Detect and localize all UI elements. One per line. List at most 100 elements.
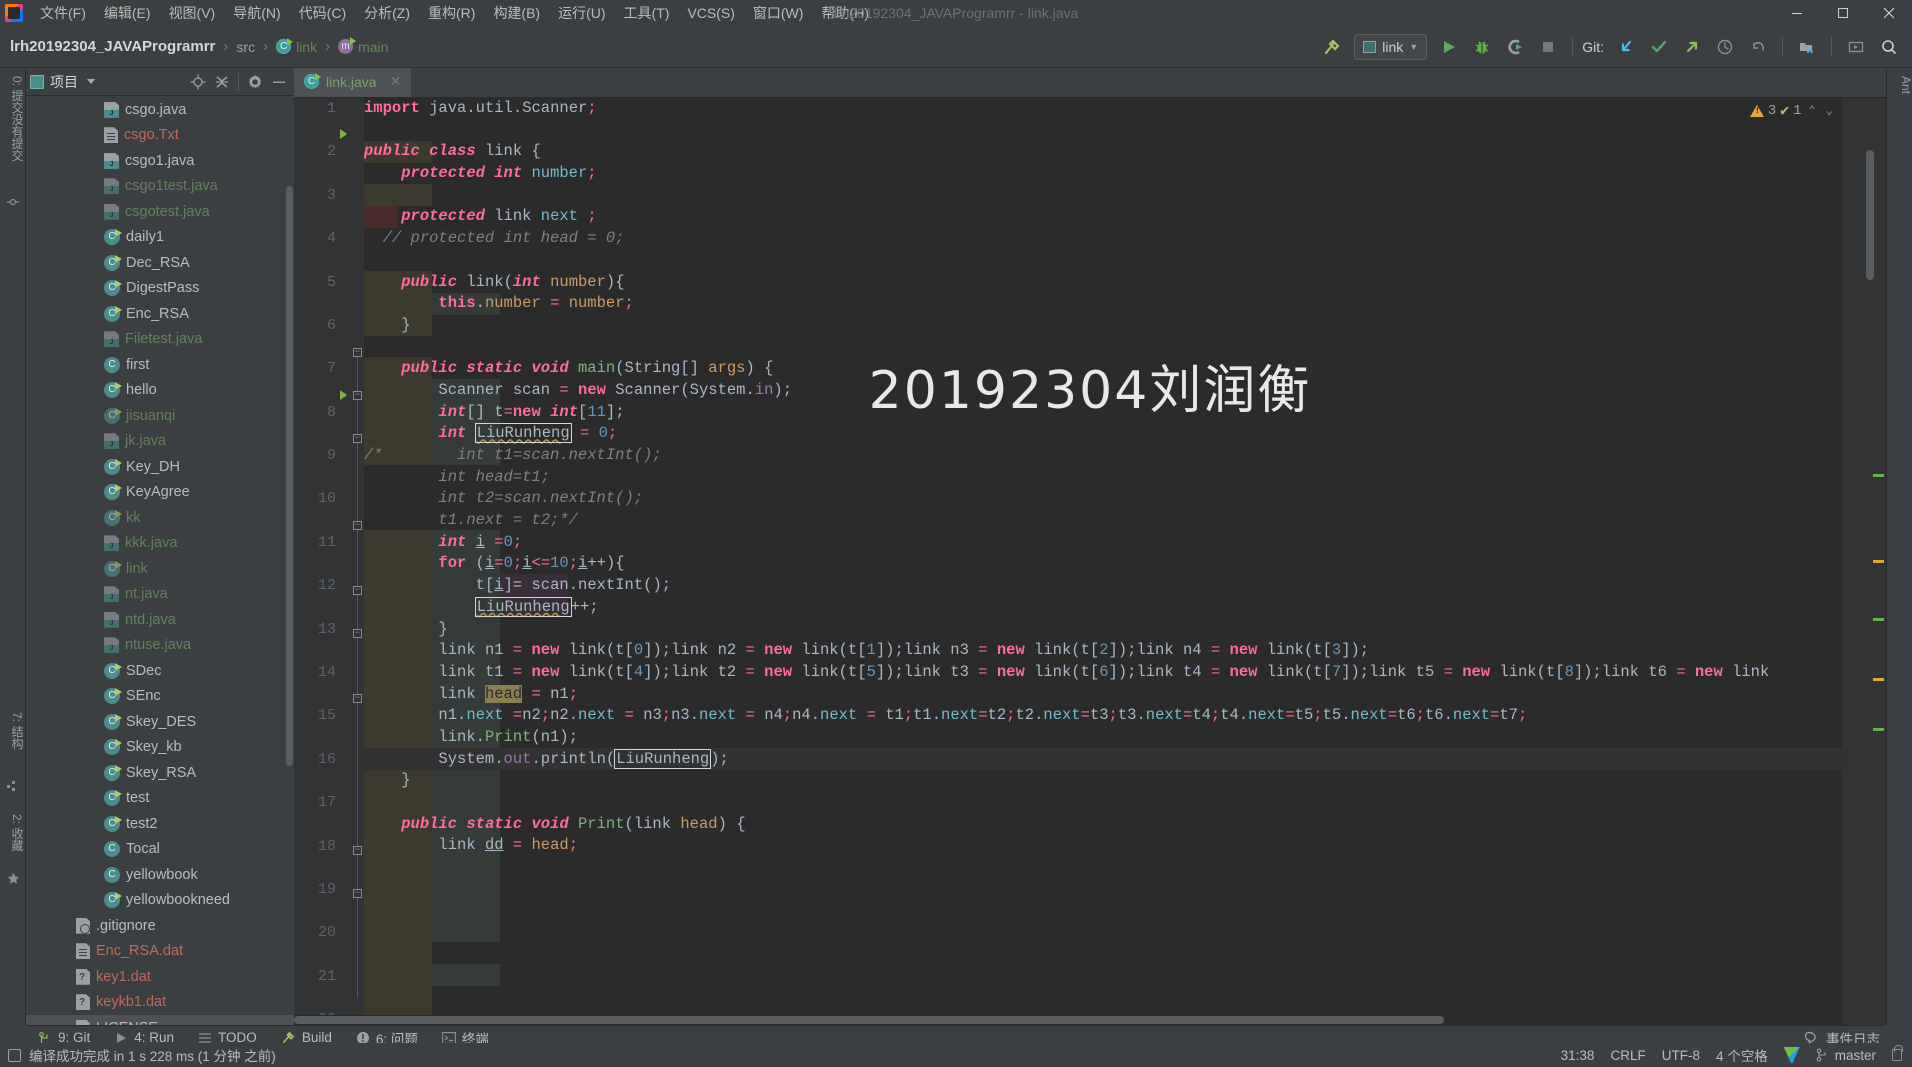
tab-link-java[interactable]: link.java ✕ <box>294 68 412 97</box>
code-line[interactable]: int LiuRunheng = 0; <box>364 423 1842 445</box>
code-line[interactable]: /* int t1=scan.nextInt(); <box>364 445 1842 467</box>
maximize-button[interactable] <box>1820 0 1866 26</box>
code-line[interactable] <box>364 250 1842 272</box>
collapse-all-icon[interactable] <box>211 71 233 93</box>
inspection-widget[interactable]: 3 ✔ 1 ⌃ ⌄ <box>1749 101 1836 120</box>
caret-position[interactable]: 31:38 <box>1561 1048 1595 1063</box>
code-editor[interactable]: 1234567891011121314151617181920212223242… <box>294 98 1886 1025</box>
breadcrumb-package[interactable]: link <box>276 38 317 55</box>
tree-item[interactable]: kk <box>26 505 294 531</box>
tree-item[interactable]: csgo1.java <box>26 148 294 174</box>
tree-item[interactable]: csgo.Txt <box>26 123 294 149</box>
commit-icon[interactable] <box>1644 33 1674 61</box>
prev-problem-icon[interactable]: ⌃ <box>1806 103 1819 118</box>
tree-item[interactable]: Filetest.java <box>26 327 294 353</box>
code-line[interactable]: public static void main(String[] args) { <box>364 358 1842 380</box>
code-line[interactable]: Scanner scan = new Scanner(System.in); <box>364 380 1842 402</box>
editor-horizontal-scrollbar[interactable] <box>294 1015 1842 1025</box>
tree-item[interactable]: Enc_RSA.dat <box>26 939 294 965</box>
breadcrumb-member[interactable]: main <box>338 37 388 55</box>
file-encoding[interactable]: UTF-8 <box>1662 1048 1700 1063</box>
tree-item[interactable]: .gitignore <box>26 913 294 939</box>
project-tree-scrollbar[interactable] <box>286 186 293 766</box>
next-problem-icon[interactable]: ⌄ <box>1823 103 1836 118</box>
fold-collapse-line17[interactable]: − <box>353 521 362 530</box>
tree-item[interactable]: hello <box>26 378 294 404</box>
code-line[interactable]: // protected int head = 0; <box>364 228 1842 250</box>
menu-item-11[interactable]: 窗口(W) <box>744 0 813 26</box>
menu-item-2[interactable]: 视图(V) <box>160 0 225 26</box>
tree-item[interactable]: jisuanqi <box>26 403 294 429</box>
analysis-marker[interactable] <box>1873 728 1884 731</box>
fold-collapse-line25[interactable]: − <box>353 694 362 703</box>
code-line[interactable]: public link(int number){ <box>364 272 1842 294</box>
menu-item-8[interactable]: 运行(U) <box>549 0 614 26</box>
tree-item[interactable]: nt.java <box>26 582 294 608</box>
tree-item[interactable]: Skey_kb <box>26 735 294 761</box>
minimize-icon[interactable] <box>268 71 290 93</box>
code-line[interactable]: } <box>364 315 1842 337</box>
run-gutter-icon-line13[interactable] <box>340 390 347 400</box>
breadcrumb-src[interactable]: src <box>236 39 255 55</box>
sidebar-tab-structure[interactable]: 7: 结构 <box>0 708 26 753</box>
idea-logo-icon[interactable] <box>1783 1047 1800 1063</box>
project-structure-icon[interactable] <box>1792 33 1822 61</box>
code-line[interactable]: protected link next ; <box>364 206 1842 228</box>
menu-item-9[interactable]: 工具(T) <box>615 0 679 26</box>
code-line[interactable]: public static void Print(link head) { <box>364 814 1842 836</box>
git-branch-widget[interactable]: master <box>1816 1048 1876 1063</box>
code-line[interactable]: int i =0; <box>364 532 1842 554</box>
code-line[interactable] <box>364 792 1842 814</box>
tree-item[interactable]: ntuse.java <box>26 633 294 659</box>
tree-item[interactable]: kkk.java <box>26 531 294 557</box>
tree-item[interactable]: yellowbookneed <box>26 888 294 914</box>
tree-item[interactable]: SEnc <box>26 684 294 710</box>
sidebar-tab-favorites[interactable]: 2: 收藏 <box>0 810 26 855</box>
fold-collapse-line34[interactable]: − <box>353 889 362 898</box>
status-message[interactable]: 编译成功完成 in 1 s 228 ms (1 分钟 之前) <box>29 1045 276 1065</box>
editor-vertical-scrollbar[interactable] <box>1866 150 1874 280</box>
gear-icon[interactable] <box>244 71 266 93</box>
code-line[interactable]: protected int number; <box>364 163 1842 185</box>
search-icon[interactable] <box>1874 33 1904 61</box>
code-line[interactable]: link n1 = new link(t[0]);link n2 = new l… <box>364 640 1842 662</box>
code-line[interactable]: int t2=scan.nextInt(); <box>364 488 1842 510</box>
tree-item[interactable]: first <box>26 352 294 378</box>
sidebar-tab-ant[interactable]: Ant <box>1887 72 1912 98</box>
tree-item[interactable]: ntd.java <box>26 607 294 633</box>
tree-item[interactable]: Key_DH <box>26 454 294 480</box>
menu-item-3[interactable]: 导航(N) <box>224 0 289 26</box>
code-line[interactable]: n1.next =n2;n2.next = n3;n3.next = n4;n4… <box>364 705 1842 727</box>
analysis-marker[interactable] <box>1873 560 1884 563</box>
code-line[interactable]: link.Print(n1); <box>364 727 1842 749</box>
code-line[interactable]: int[] t=new int[11]; <box>364 402 1842 424</box>
history-icon[interactable] <box>1710 33 1740 61</box>
tree-item[interactable]: Skey_RSA <box>26 760 294 786</box>
close-button[interactable] <box>1866 0 1912 26</box>
code-line[interactable] <box>364 120 1842 142</box>
tree-item[interactable]: test2 <box>26 811 294 837</box>
tree-item[interactable]: csgo.java <box>26 97 294 123</box>
menu-item-4[interactable]: 代码(C) <box>290 0 355 26</box>
editor-hscroll-thumb[interactable] <box>294 1016 1444 1024</box>
tree-item[interactable]: csgo1test.java <box>26 174 294 200</box>
code-line[interactable]: link dd = head; <box>364 835 1842 857</box>
code-lines[interactable]: import java.util.Scanner; public class li… <box>364 98 1842 857</box>
tree-item[interactable]: key1.dat <box>26 964 294 990</box>
breadcrumb-project[interactable]: lrh20192304_JAVAProgramrr <box>10 38 215 55</box>
stop-icon[interactable] <box>1533 33 1563 61</box>
run-anything-icon[interactable] <box>1841 33 1871 61</box>
fold-collapse-line22[interactable]: − <box>353 629 362 638</box>
code-line[interactable]: public class link { <box>364 141 1842 163</box>
tree-item[interactable]: yellowbook <box>26 862 294 888</box>
locate-icon[interactable] <box>187 71 209 93</box>
tree-item[interactable]: Tocal <box>26 837 294 863</box>
code-line[interactable]: link t1 = new link(t[4]);link t2 = new l… <box>364 662 1842 684</box>
menu-item-5[interactable]: 分析(Z) <box>355 0 419 26</box>
run-gutter-icon-line3[interactable] <box>340 129 347 139</box>
fold-collapse-line32[interactable]: − <box>353 846 362 855</box>
code-line[interactable]: for (i=0;i<=10;i++){ <box>364 553 1842 575</box>
update-project-icon[interactable] <box>1611 33 1641 61</box>
code-line[interactable] <box>364 185 1842 207</box>
tree-item[interactable]: link <box>26 556 294 582</box>
